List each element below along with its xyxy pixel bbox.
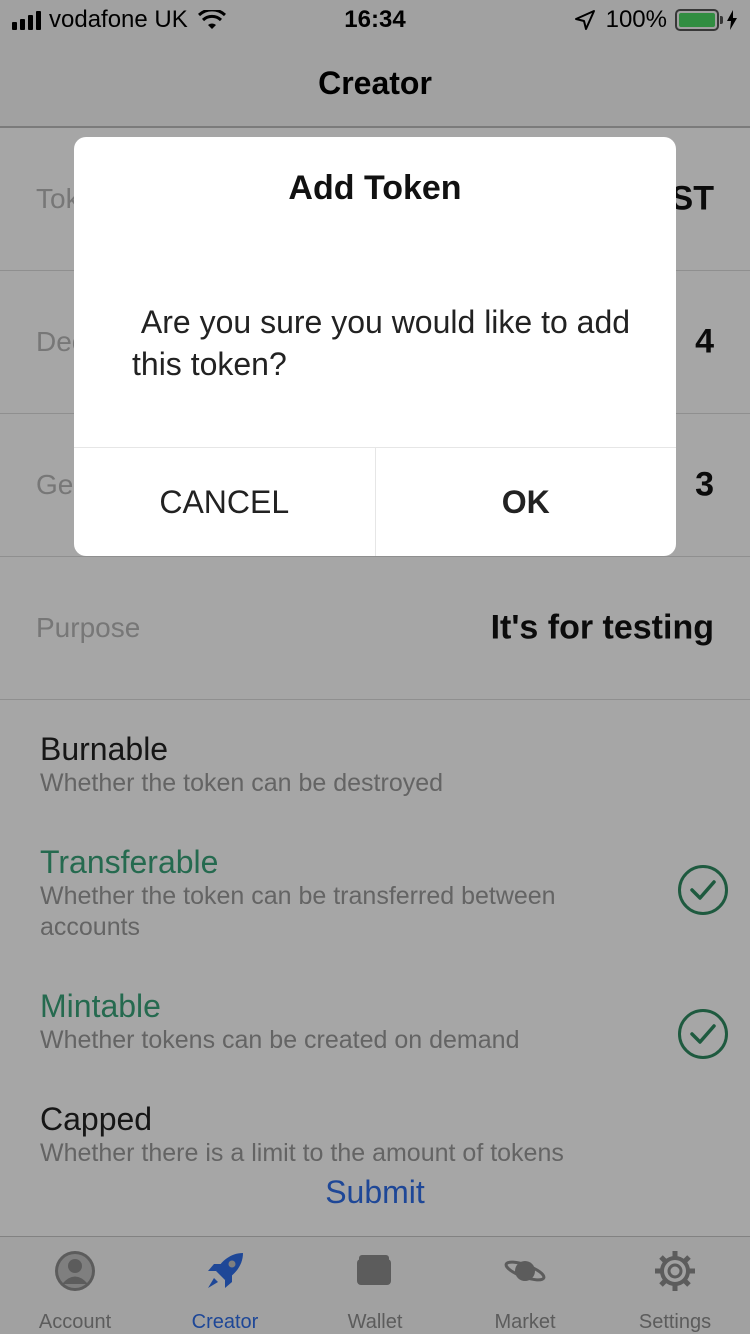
dialog-message: Are you sure you would like to add this … <box>132 304 639 382</box>
ok-button[interactable]: OK <box>376 448 677 556</box>
cancel-button[interactable]: CANCEL <box>74 448 376 556</box>
dialog-actions: CANCEL OK <box>74 447 676 556</box>
dialog-title: Add Token <box>288 169 462 207</box>
add-token-dialog: Add Token Are you sure you would like to… <box>74 137 676 556</box>
